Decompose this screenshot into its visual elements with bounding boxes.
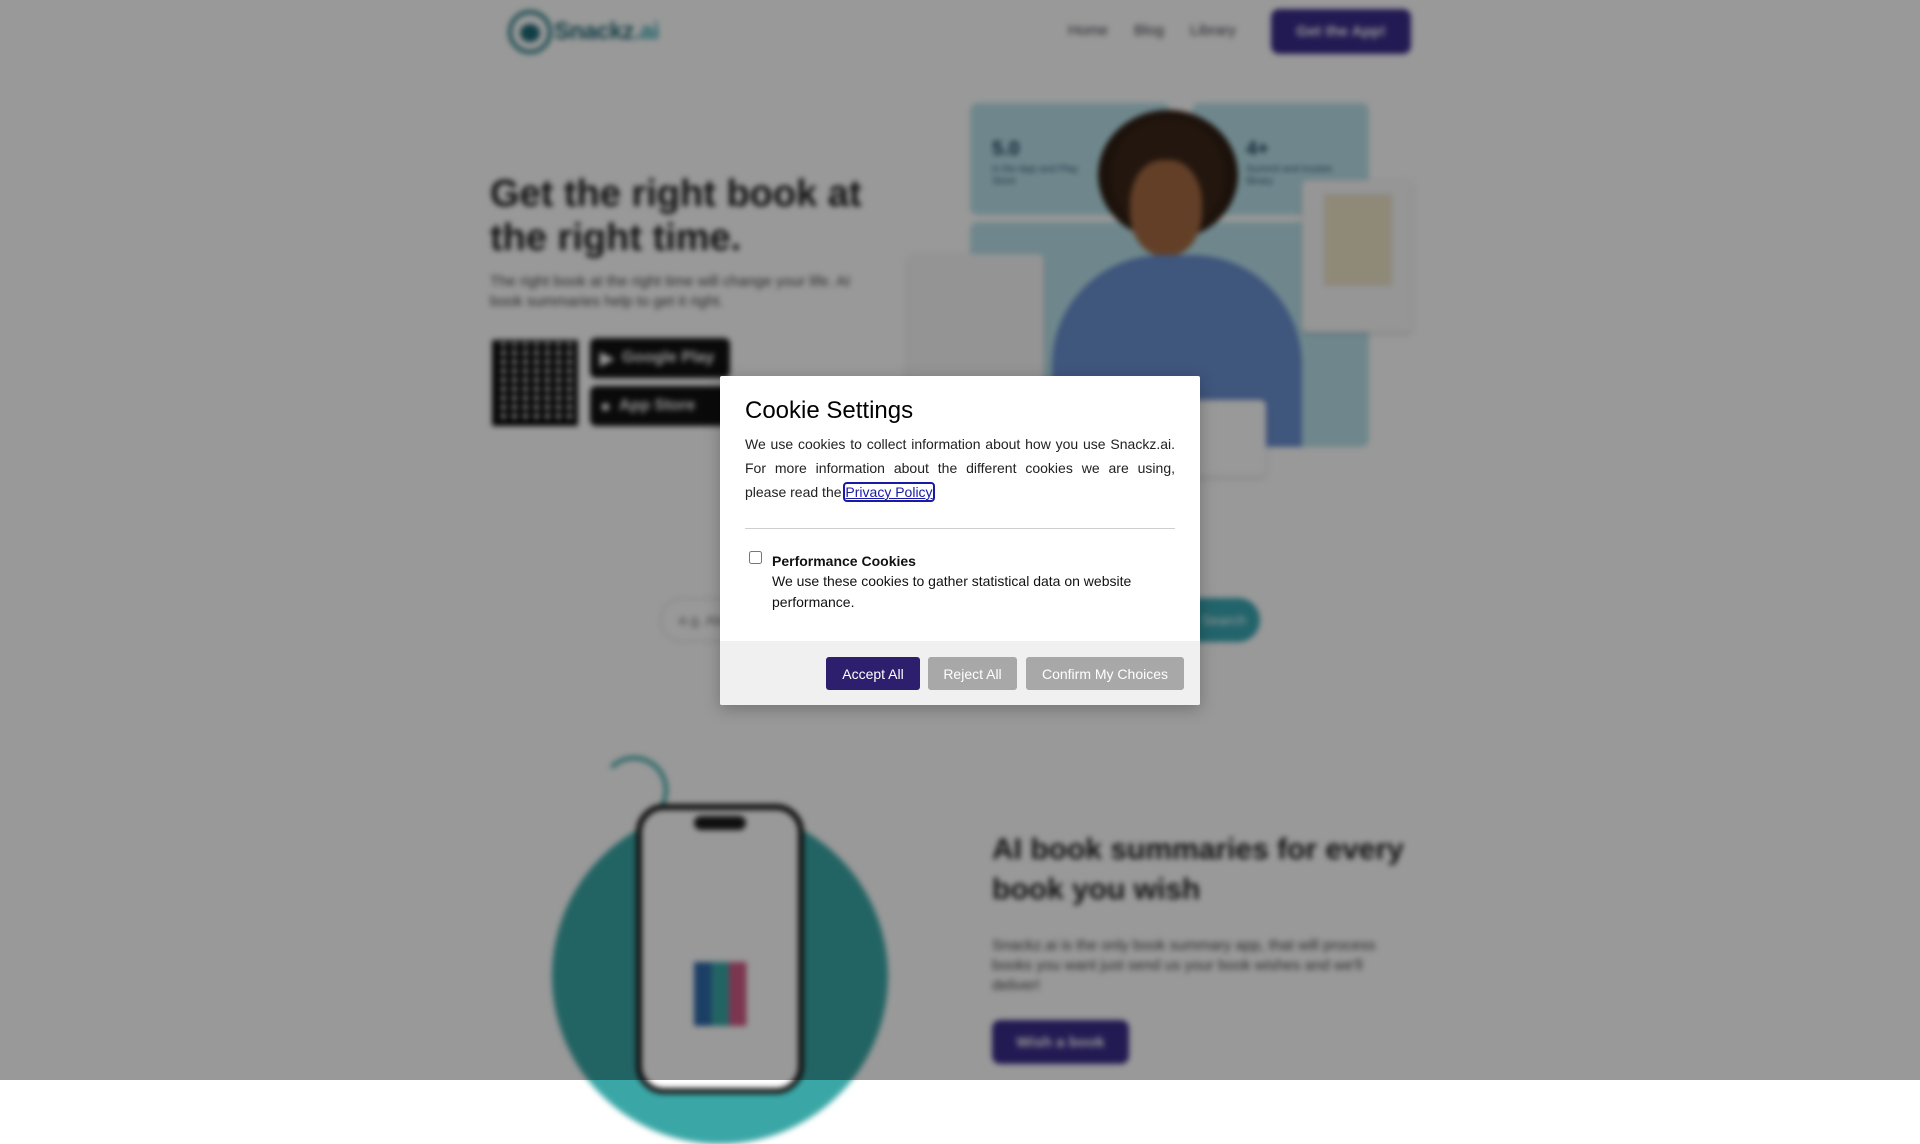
divider: [745, 528, 1175, 529]
description-text: We use cookies to collect information ab…: [745, 436, 1175, 500]
confirm-choices-button[interactable]: Confirm My Choices: [1026, 657, 1184, 690]
option-title: Performance Cookies: [772, 553, 916, 569]
option-description: We use these cookies to gather statistic…: [772, 573, 1132, 610]
privacy-policy-link[interactable]: Privacy Policy: [843, 482, 935, 502]
performance-cookies-checkbox[interactable]: [749, 551, 762, 564]
cookie-settings-dialog: Cookie Settings We use cookies to collec…: [720, 376, 1200, 705]
performance-cookies-option: Performance Cookies We use these cookies…: [745, 551, 1175, 613]
reject-all-button[interactable]: Reject All: [928, 657, 1017, 690]
dialog-description: We use cookies to collect information ab…: [745, 432, 1175, 504]
dialog-title: Cookie Settings: [745, 397, 914, 424]
dialog-footer: Accept All Reject All Confirm My Choices: [720, 641, 1200, 705]
accept-all-button[interactable]: Accept All: [826, 657, 920, 690]
